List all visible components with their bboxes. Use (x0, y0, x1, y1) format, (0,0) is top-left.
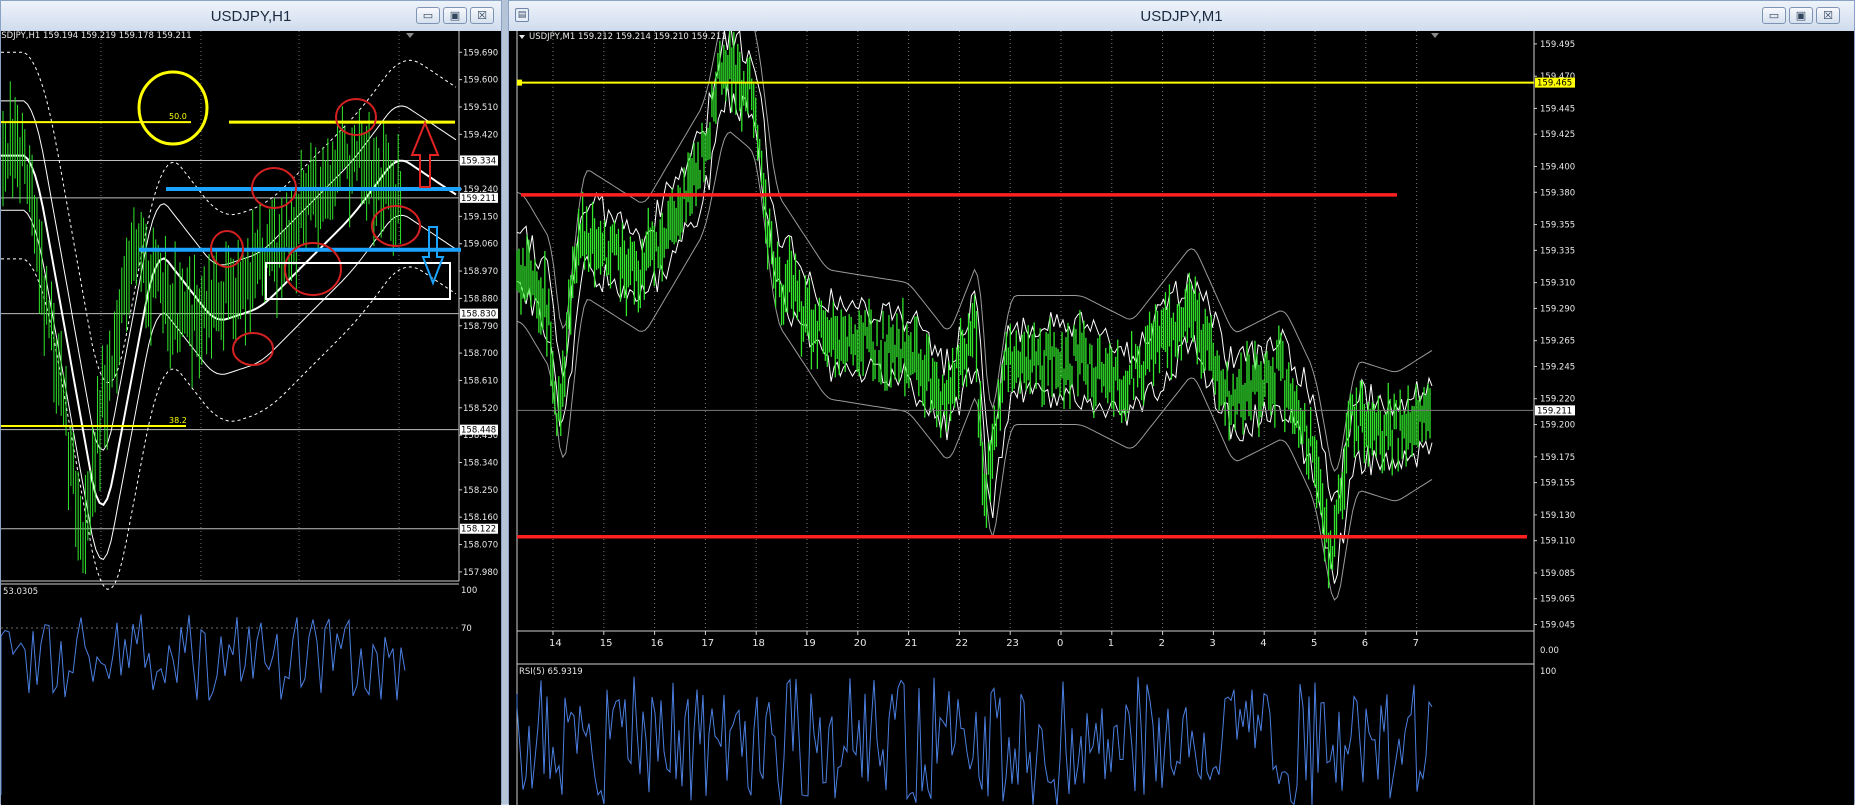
h1-price-tick-label: 158.070 (463, 541, 498, 551)
m1-x-tick-label: 7 (1413, 638, 1419, 649)
m1-x-tick-label: 4 (1260, 638, 1266, 649)
m1-plot-area[interactable]: 14 15 16 17 18 19 20 21 22 23 0 1 2 3 4 5 6 7 159.495 159.4… (509, 31, 1854, 805)
m1-price-tick-label: 159.380 (1540, 188, 1575, 198)
h1-price-tick-label: 159.600 (463, 76, 498, 86)
m1-price-tick-label: 159.200 (1540, 421, 1575, 431)
m1-x-tick-label: 0 (1057, 638, 1063, 649)
h1-ohlc-label: USDJPY,H1 159.194 159.219 159.178 159.21… (1, 31, 192, 41)
m1-price-tick-label: 159.220 (1540, 395, 1575, 405)
m1-chart-window: ▤ USDJPY,M1 ▭ ▣ ☒ 14 15 16 17 18 19 20 21 22 23 0 1… (508, 0, 1855, 805)
m1-price-tick-label: 159.110 (1540, 537, 1575, 547)
h1-rsi-label: 53.0305 (3, 587, 38, 597)
m1-rsi-label: RSI(5) 65.9319 (519, 667, 583, 677)
h1-plot-area[interactable]: 159.690159.600159.510159.420159.330159.2… (1, 31, 501, 805)
h1-price-tick-label: 159.510 (463, 103, 498, 113)
h1-price-tick-label: 158.880 (463, 294, 498, 304)
m1-x-tick-label: 6 (1362, 638, 1368, 649)
h1-price-marker-label: 158.830 (461, 310, 496, 320)
m1-ohlc-label: USDJPY,M1 159.212 159.214 159.210 159.21… (529, 32, 727, 42)
m1-chart-svg[interactable]: 14 15 16 17 18 19 20 21 22 23 0 1 2 3 4 5 6 7159.495159.4… (509, 31, 1854, 805)
m1-x-tick-label: 15 (600, 638, 613, 649)
h1-rsi-tick: 70 (461, 624, 472, 634)
m1-x-tick-label: 3 (1209, 638, 1215, 649)
h1-chart-svg[interactable]: 159.690159.600159.510159.420159.330159.2… (1, 31, 501, 805)
m1-rsi-tick: 100 (1540, 667, 1556, 677)
m1-price-tick-label: 159.130 (1540, 511, 1575, 521)
m1-price-tick-label: 159.335 (1540, 246, 1575, 256)
m1-minimize-button[interactable]: ▭ (1762, 7, 1786, 24)
m1-x-tick-label: 17 (701, 638, 714, 649)
h1-chart-window: USDJPY,H1 ▭ ▣ ☒ 159.690 159.600 159.510 159… (0, 0, 502, 805)
h1-price-tick-label: 158.160 (463, 513, 498, 523)
m1-price-tick-label: 159.085 (1540, 569, 1575, 579)
h1-background (1, 31, 501, 805)
m1-price-tick-label: 159.175 (1540, 453, 1575, 463)
h1-fibo-label: 50.0 (169, 112, 187, 121)
h1-price-tick-label: 158.700 (463, 349, 498, 359)
m1-x-tick-label: 23 (1006, 638, 1019, 649)
m1-price-tick-label: 159.065 (1540, 595, 1575, 605)
m1-price-tick-label: 159.290 (1540, 304, 1575, 314)
h1-price-tick-label: 157.980 (463, 568, 498, 578)
h1-price-tick-label: 158.520 (463, 404, 498, 414)
h1-minimize-button[interactable]: ▭ (416, 7, 440, 24)
m1-price-tick-label: 159.045 (1540, 621, 1575, 631)
m1-x-tick-label: 5 (1311, 638, 1317, 649)
m1-price-tick-label: 159.425 (1540, 130, 1575, 140)
h1-price-tick-label: 158.250 (463, 486, 498, 496)
m1-x-tick-label: 1 (1108, 638, 1114, 649)
h1-price-tick-label: 159.420 (463, 130, 498, 140)
h1-price-marker-label: 159.211 (461, 194, 496, 204)
m1-x-tick-label: 22 (955, 638, 968, 649)
m1-close-button[interactable]: ☒ (1816, 7, 1840, 24)
m1-x-tick-label: 20 (854, 638, 867, 649)
m1-restore-button[interactable]: ▣ (1789, 7, 1813, 24)
m1-price-tick-label: 159.245 (1540, 362, 1575, 372)
m1-x-tick-label: 18 (752, 638, 765, 649)
m1-price-tick-label: 159.265 (1540, 337, 1575, 347)
h1-restore-button[interactable]: ▣ (443, 7, 467, 24)
h1-titlebar[interactable]: USDJPY,H1 ▭ ▣ ☒ (1, 1, 501, 32)
m1-price-tick-label: 159.355 (1540, 221, 1575, 231)
h1-price-marker-label: 158.122 (461, 525, 496, 535)
m1-price-tick-label: 159.155 (1540, 479, 1575, 489)
h1-price-marker-label: 159.334 (461, 156, 496, 166)
m1-x-tick-label: 21 (905, 638, 918, 649)
m1-x-tick-label: 2 (1159, 638, 1165, 649)
m1-price-tick-label: 159.445 (1540, 104, 1575, 114)
h1-fibo-label: 38.2 (169, 416, 187, 425)
m1-x-tick-label: 16 (651, 638, 664, 649)
m1-window-title: USDJPY,M1 (1140, 8, 1223, 25)
h1-price-tick-label: 159.150 (463, 212, 498, 222)
h1-price-tick-label: 158.790 (463, 322, 498, 332)
h1-price-tick-label: 159.690 (463, 48, 498, 58)
h1-price-tick-label: 158.970 (463, 267, 498, 277)
m1-price-tick-label: 159.495 (1540, 40, 1575, 50)
m1-price-tick-label: 159.400 (1540, 162, 1575, 172)
m1-x-tick-label: 19 (803, 638, 816, 649)
h1-price-tick-label: 158.340 (463, 458, 498, 468)
m1-rsi-tick: 0.00 (1540, 646, 1559, 656)
m1-background (509, 31, 1854, 805)
m1-current-price-label: 159.211 (1537, 406, 1572, 416)
h1-rsi-tick: 100 (461, 586, 477, 596)
h1-close-button[interactable]: ☒ (470, 7, 494, 24)
m1-level-anchor (517, 79, 522, 86)
m1-yellow-level-label: 159.465 (1537, 79, 1572, 89)
m1-x-tick-label: 14 (549, 638, 562, 649)
h1-price-tick-label: 158.610 (463, 376, 498, 386)
h1-price-tick-label: 159.060 (463, 240, 498, 250)
m1-price-tick-label: 159.310 (1540, 279, 1575, 289)
m1-titlebar[interactable]: ▤ USDJPY,M1 ▭ ▣ ☒ (509, 1, 1854, 32)
h1-price-marker-label: 158.448 (461, 426, 496, 436)
